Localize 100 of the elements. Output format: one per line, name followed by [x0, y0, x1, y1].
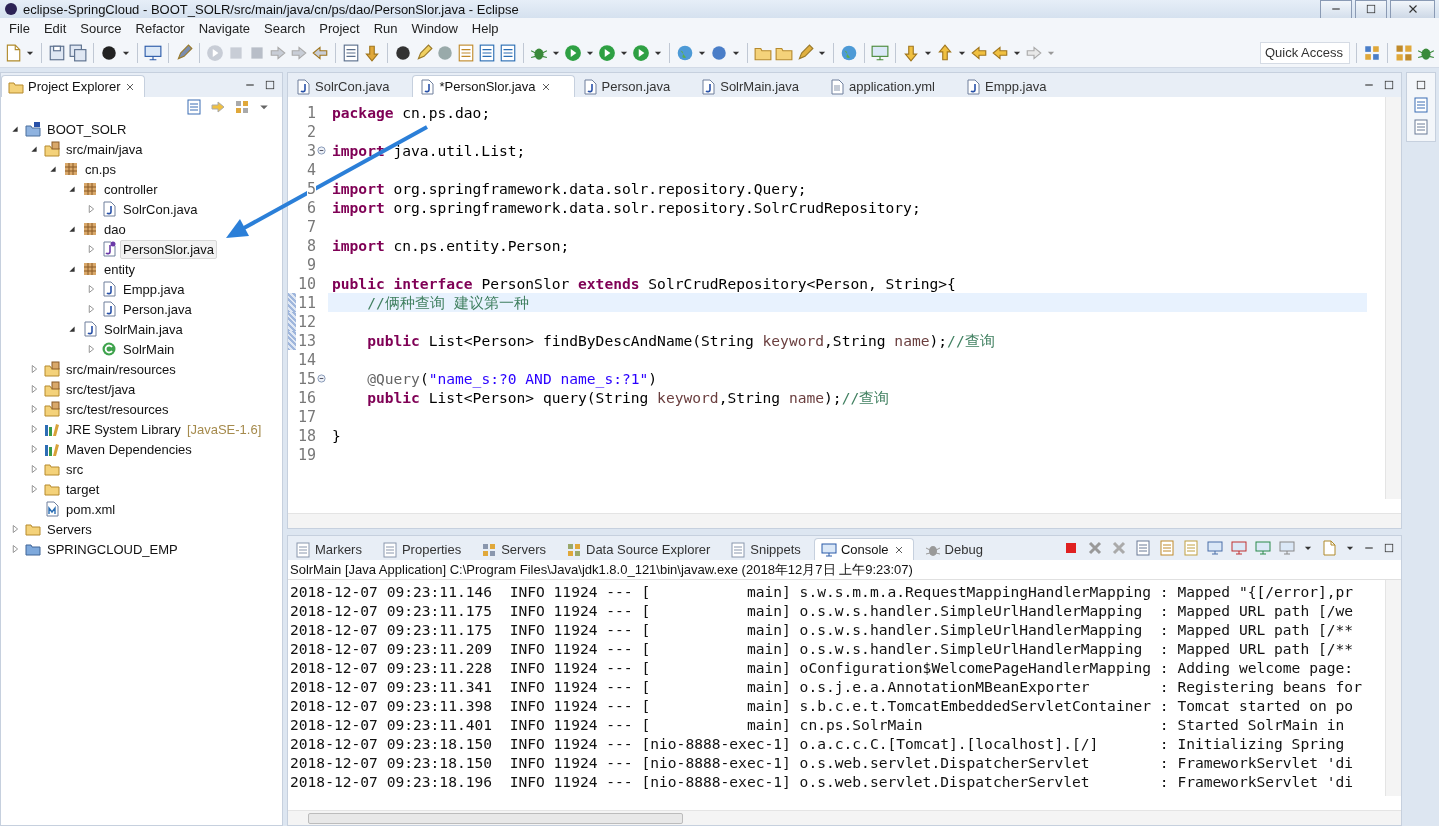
view-tab[interactable]: Markers: [288, 538, 371, 560]
restore-icon[interactable]: [1415, 79, 1427, 91]
minimize-button[interactable]: [1320, 0, 1352, 19]
clear-console-icon[interactable]: [1135, 540, 1151, 556]
tree-item[interactable]: src: [63, 459, 87, 479]
step-return-icon[interactable]: [311, 43, 329, 62]
package-icon: [82, 181, 98, 197]
java-file-icon: [82, 321, 98, 337]
editor-tab[interactable]: *PersonSlor.java: [412, 75, 575, 97]
save-icon[interactable]: [48, 43, 66, 62]
fold-icon[interactable]: [317, 374, 326, 383]
menu-item[interactable]: Window: [404, 20, 465, 36]
data-source-icon: [566, 541, 582, 558]
remove-icon[interactable]: [1087, 540, 1103, 556]
restore-button[interactable]: [1355, 0, 1387, 19]
menu-item[interactable]: Refactor: [128, 20, 192, 36]
close-button[interactable]: [1390, 0, 1435, 19]
snippets-icon: [730, 541, 747, 558]
fold-icon[interactable]: [317, 146, 326, 155]
tree-item[interactable]: entity: [101, 259, 139, 279]
console-line: 2018-12-07 09:23:18.150 INFO 11924 --- [nio-8888-exec-1] o.s.web.servlet.DispatcherServlet : FrameworkServlet 'di: [290, 753, 1355, 772]
tree-item[interactable]: dao: [101, 219, 129, 239]
show-error-icon[interactable]: [1231, 540, 1247, 556]
quick-access-field[interactable]: Quick Access: [1260, 41, 1350, 64]
tree-item[interactable]: src/main/java: [63, 139, 146, 159]
paragraph-icon[interactable]: [499, 43, 517, 62]
interface-file-icon: [101, 241, 117, 257]
view-tab[interactable]: Snippets: [723, 538, 810, 560]
tree-item[interactable]: target: [63, 479, 103, 499]
menu-item[interactable]: Run: [366, 20, 405, 36]
source-folder-icon: [44, 401, 60, 417]
tree-item[interactable]: SPRINGCLOUD_EMP: [44, 539, 181, 559]
view-tab[interactable]: Project Explorer: [1, 75, 146, 97]
tree-item[interactable]: SolrMain.java: [101, 319, 186, 339]
step-over-icon[interactable]: [290, 43, 308, 62]
tree-item[interactable]: Servers: [44, 519, 95, 539]
scrollbar[interactable]: [288, 810, 1401, 825]
tree-item[interactable]: src/main/resources: [63, 359, 179, 379]
editor-tab[interactable]: Person.java: [574, 75, 694, 97]
tree-item[interactable]: JRE System Library: [63, 419, 184, 439]
menu-item[interactable]: Help: [464, 20, 506, 36]
lines-icon[interactable]: [342, 43, 360, 62]
view-tab[interactable]: Debug: [917, 538, 992, 560]
scrollbar[interactable]: [288, 513, 1401, 528]
menu-item[interactable]: File: [2, 20, 37, 36]
menu-item[interactable]: Navigate: [191, 20, 257, 36]
tree-item[interactable]: BOOT_SOLR: [44, 119, 130, 139]
java-file-icon: [965, 78, 981, 95]
menu-item[interactable]: Project: [312, 20, 367, 36]
scrollbar[interactable]: [1385, 97, 1401, 499]
scrollbar[interactable]: [1385, 580, 1401, 796]
maximize-icon[interactable]: [1383, 79, 1395, 91]
file-icon[interactable]: [457, 43, 475, 62]
view-tab[interactable]: Console: [813, 538, 914, 560]
tree-item[interactable]: src/test/java: [63, 379, 139, 399]
code-line: import org.springframework.data.solr.repository.Query;: [331, 179, 808, 198]
java-file-icon: [581, 78, 598, 95]
editor-tab[interactable]: SolrMain.java: [693, 75, 822, 97]
editor-tab[interactable]: application.yml: [822, 75, 958, 97]
class-icon: [101, 341, 117, 357]
menu-item[interactable]: Search: [257, 20, 313, 36]
properties-icon: [381, 541, 398, 558]
scroll-lock-icon[interactable]: [1159, 540, 1175, 556]
menu-item[interactable]: Source: [73, 20, 129, 36]
menu-item[interactable]: Edit: [36, 20, 74, 36]
tree-item[interactable]: PersonSlor.java: [120, 239, 218, 259]
show-output-icon[interactable]: [1207, 540, 1223, 556]
maximize-icon[interactable]: [264, 79, 276, 91]
maximize-icon[interactable]: [1383, 542, 1395, 554]
tree-item[interactable]: Empp.java: [120, 279, 188, 299]
new-console-icon[interactable]: [1321, 540, 1337, 556]
open-perspective-icon[interactable]: [1363, 43, 1381, 62]
tree-item[interactable]: Maven Dependencies: [63, 439, 195, 459]
save-all-icon[interactable]: [69, 43, 87, 62]
editor-tab[interactable]: Empp.java: [958, 75, 1070, 97]
monitor-icon[interactable]: [144, 43, 162, 62]
remove-all-icon[interactable]: [1111, 540, 1127, 556]
tree-item[interactable]: cn.ps: [82, 159, 120, 179]
restore-icon: [1365, 3, 1377, 15]
tree-item[interactable]: SolrCon.java: [120, 199, 201, 219]
view-tab[interactable]: Properties: [374, 538, 471, 560]
display-console-icon[interactable]: [1279, 540, 1295, 556]
tree-item[interactable]: src/test/resources: [63, 399, 172, 419]
text-file-icon: [829, 78, 845, 95]
view-tab[interactable]: Servers: [474, 538, 555, 560]
task-list-icon[interactable]: [1413, 119, 1429, 135]
tree-item[interactable]: controller: [101, 179, 161, 199]
tree-item[interactable]: SolrMain: [120, 339, 178, 359]
list-icon[interactable]: [478, 43, 496, 62]
tree-item[interactable]: Person.java: [120, 299, 195, 319]
step-icon[interactable]: [269, 43, 287, 62]
console-line: 2018-12-07 09:23:11.401 INFO 11924 --- [ main] cn.ps.SolrMain : Started SolrMain in: [290, 715, 1346, 734]
view-tab[interactable]: Data Source Explorer: [559, 538, 720, 560]
tree-item[interactable]: pom.xml: [63, 499, 119, 519]
outline-icon[interactable]: [1413, 97, 1429, 113]
pen-icon[interactable]: [175, 43, 193, 62]
library-icon: [44, 421, 60, 437]
globe-icon[interactable]: [840, 43, 858, 62]
terminate-icon[interactable]: [1063, 540, 1079, 556]
editor-tab[interactable]: SolrCon.java: [288, 75, 413, 97]
